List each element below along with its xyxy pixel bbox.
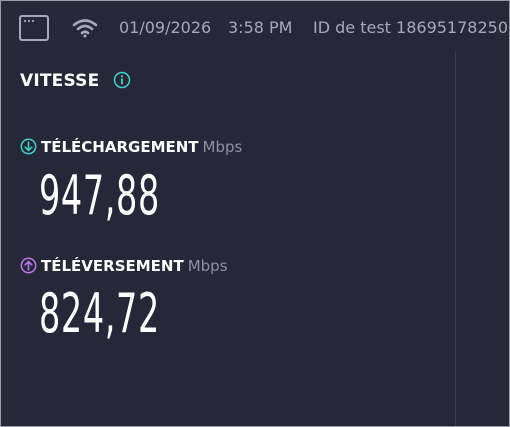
- download-arrow-icon: [20, 138, 37, 155]
- test-id: ID de test 18695178250: [313, 18, 508, 37]
- panel-divider: [455, 51, 456, 426]
- upload-unit: Mbps: [187, 257, 228, 275]
- download-unit: Mbps: [202, 138, 243, 156]
- download-label: TÉLÉCHARGEMENT Mbps: [41, 137, 242, 157]
- upload-speed-value: 824,72: [39, 282, 160, 345]
- wifi-icon: [72, 19, 98, 38]
- upload-label-text: TÉLÉVERSEMENT: [41, 257, 184, 275]
- upload-label: TÉLÉVERSEMENT Mbps: [41, 256, 228, 276]
- status-bar: 01/09/2026 3:58 PM ID de test 1869517825…: [1, 1, 509, 53]
- download-label-text: TÉLÉCHARGEMENT: [41, 138, 199, 156]
- speedtest-panel: 01/09/2026 3:58 PM ID de test 1869517825…: [0, 0, 510, 427]
- section-title: VITESSE: [20, 71, 100, 91]
- download-speed-value: 947,88: [39, 164, 160, 227]
- test-time: 3:58 PM: [228, 18, 293, 37]
- info-icon[interactable]: [113, 71, 131, 89]
- browser-window-icon: [19, 15, 49, 41]
- upload-arrow-icon: [20, 257, 37, 274]
- test-date: 01/09/2026: [119, 18, 212, 37]
